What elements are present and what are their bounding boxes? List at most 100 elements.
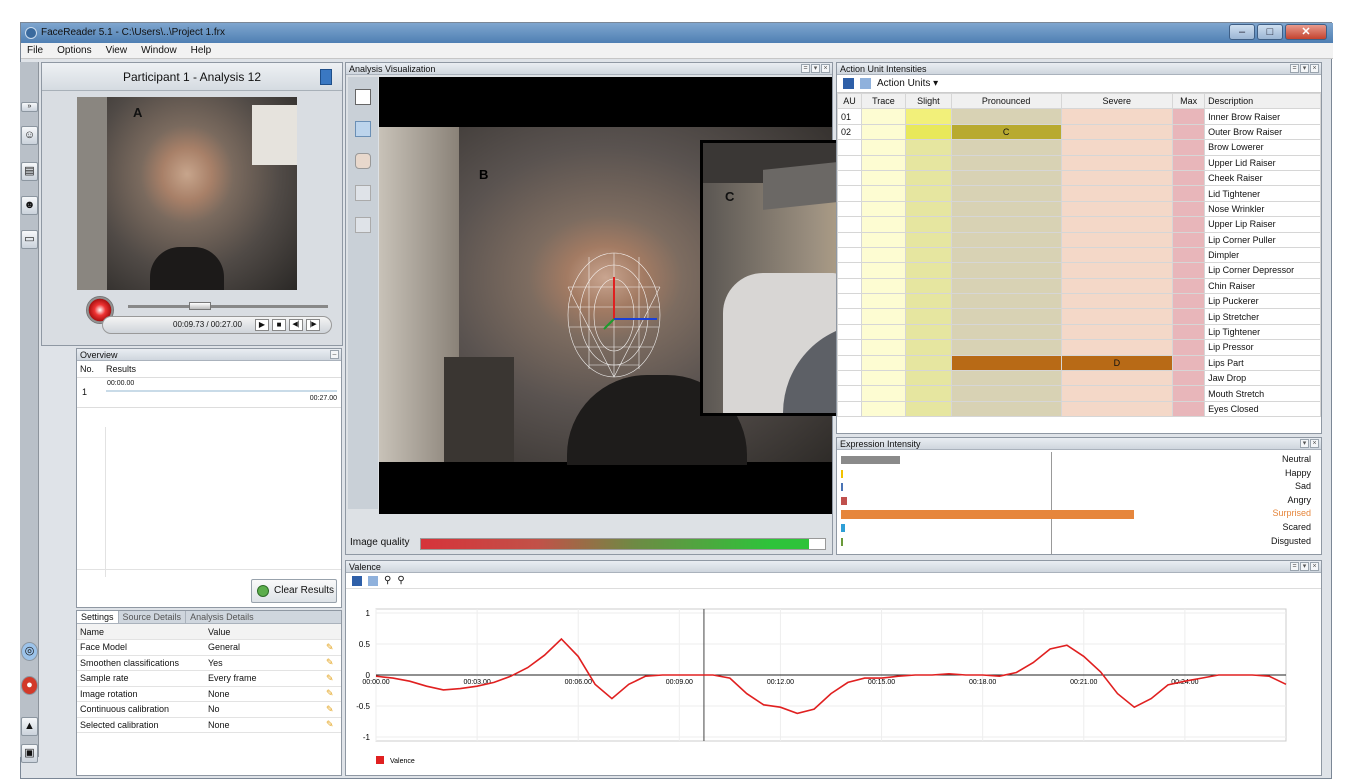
au-row[interactable]: Lip Corner Depressor xyxy=(837,262,1321,279)
close-icon[interactable]: × xyxy=(1310,562,1319,571)
analyze-icon[interactable]: ◎ xyxy=(21,642,38,661)
maximize-button[interactable]: □ xyxy=(1257,24,1283,40)
tab-settings[interactable]: Settings xyxy=(77,611,119,623)
menu-icon[interactable]: ▾ xyxy=(811,64,820,73)
close-icon[interactable]: × xyxy=(1310,64,1319,73)
mesh-icon[interactable] xyxy=(355,121,371,137)
edit-icon[interactable]: ✎ xyxy=(323,717,341,733)
expression-chart: Neutral Happy Sad Angry Surprised Scared Disgu… xyxy=(839,452,1321,554)
au-row[interactable]: D Lips Part xyxy=(837,354,1321,372)
tab-source-details[interactable]: Source Details xyxy=(119,611,187,623)
settings-row[interactable]: Continuous calibration No ✎ xyxy=(77,701,341,718)
au-row[interactable]: Lid Tightener xyxy=(837,185,1321,202)
film-icon[interactable]: ▤ xyxy=(21,162,38,181)
float-icon[interactable]: = xyxy=(1290,562,1299,571)
menu-icon[interactable]: ▾ xyxy=(1300,439,1309,448)
film-icon[interactable] xyxy=(320,69,332,85)
zoom-in-icon[interactable]: ⚲ xyxy=(384,575,391,586)
edit-icon[interactable]: ✎ xyxy=(323,670,341,687)
au-row[interactable]: 02 C Outer Brow Raiser xyxy=(837,123,1321,141)
au-row[interactable]: Upper Lid Raiser xyxy=(837,154,1321,171)
frame-icon[interactable] xyxy=(355,89,371,105)
au-row[interactable]: Upper Lip Raiser xyxy=(837,216,1321,233)
step-forward-icon[interactable]: |▶ xyxy=(306,319,320,331)
settings-row[interactable]: Sample rate Every frame ✎ xyxy=(77,670,341,687)
au-intensity-cell xyxy=(1060,154,1174,171)
setting-value[interactable]: Yes xyxy=(205,655,323,671)
menu-file[interactable]: File xyxy=(27,43,43,58)
au-row[interactable]: Lip Pressor xyxy=(837,339,1321,356)
au-row[interactable]: Mouth Stretch xyxy=(837,385,1321,402)
image-icon[interactable]: ▣ xyxy=(21,744,38,763)
clear-results-button[interactable]: Clear Results xyxy=(251,579,337,603)
zoom-out-icon[interactable]: ⚲ xyxy=(397,575,404,586)
au-intensity-cell xyxy=(1172,354,1206,372)
face-model-icon[interactable]: ☻ xyxy=(21,196,38,215)
minimize-button[interactable]: – xyxy=(1229,24,1255,40)
au-col-description: Description xyxy=(1204,92,1321,110)
menu-window[interactable]: Window xyxy=(141,43,177,58)
setting-value[interactable]: General xyxy=(205,639,323,656)
au-row[interactable]: Cheek Raiser xyxy=(837,169,1321,187)
close-button[interactable]: ✕ xyxy=(1285,24,1327,40)
setting-value[interactable]: None xyxy=(205,686,323,702)
close-icon[interactable]: × xyxy=(821,64,830,73)
play-icon[interactable]: ▶ xyxy=(255,319,269,331)
collapse-icon[interactable]: – xyxy=(330,350,339,359)
settings-row[interactable]: Selected calibration None ✎ xyxy=(77,717,341,733)
float-icon[interactable]: = xyxy=(1290,64,1299,73)
au-row[interactable]: Jaw Drop xyxy=(837,370,1321,387)
close-icon[interactable]: × xyxy=(1310,439,1319,448)
tab-analysis-details[interactable]: Analysis Details xyxy=(186,611,258,623)
edit-icon[interactable]: ✎ xyxy=(323,701,341,718)
copy-icon[interactable] xyxy=(860,78,871,89)
record-icon[interactable]: ● xyxy=(21,676,38,695)
float-icon[interactable]: = xyxy=(801,64,810,73)
au-row[interactable]: Lip Tightener xyxy=(837,323,1321,341)
edit-icon[interactable]: ✎ xyxy=(323,686,341,702)
settings-row[interactable]: Image rotation None ✎ xyxy=(77,686,341,702)
expression-bar-surprised xyxy=(841,510,1134,520)
up-arrow-icon[interactable]: ▲ xyxy=(21,717,38,736)
settings-row[interactable]: Face Model General ✎ xyxy=(77,639,341,656)
step-back-icon[interactable]: ◀| xyxy=(289,319,303,331)
menu-help[interactable]: Help xyxy=(191,43,212,58)
menu-view[interactable]: View xyxy=(106,43,128,58)
au-row[interactable]: Lip Stretcher xyxy=(837,308,1321,325)
result-timeline[interactable]: 00:00.00 00:27.00 xyxy=(103,377,341,408)
edit-icon[interactable]: ✎ xyxy=(323,655,341,671)
face-icon[interactable] xyxy=(355,153,371,169)
setting-value[interactable]: No xyxy=(205,701,323,718)
action-units-dropdown[interactable]: Action Units ▾ xyxy=(877,78,938,89)
table-row[interactable]: 1 00:00.00 00:27.00 xyxy=(77,377,341,408)
setting-value[interactable]: Every frame xyxy=(205,670,323,687)
setting-value[interactable]: None xyxy=(205,717,323,733)
participant-icon[interactable]: ☺ xyxy=(21,126,38,145)
grid-icon[interactable] xyxy=(355,217,371,233)
menu-icon[interactable]: ▾ xyxy=(1300,64,1309,73)
menu-options[interactable]: Options xyxy=(57,43,91,58)
expand-icon[interactable]: » xyxy=(21,102,38,112)
edit-icon[interactable]: ✎ xyxy=(323,639,341,656)
save-icon[interactable] xyxy=(352,575,362,586)
au-row[interactable]: Lip Corner Puller xyxy=(837,231,1321,248)
points-icon[interactable] xyxy=(355,185,371,201)
save-icon[interactable] xyxy=(843,78,854,89)
au-row[interactable]: 01 Inner Brow Raiser xyxy=(837,108,1321,125)
au-code xyxy=(837,339,862,356)
au-row[interactable]: Brow Lowerer xyxy=(837,139,1321,156)
au-code xyxy=(837,185,862,202)
au-row[interactable]: Nose Wrinkler xyxy=(837,200,1321,218)
seek-track[interactable] xyxy=(128,305,328,308)
settings-row[interactable]: Smoothen classifications Yes ✎ xyxy=(77,655,341,671)
copy-icon[interactable] xyxy=(368,575,378,586)
au-row[interactable]: Eyes Closed xyxy=(837,400,1321,418)
au-intensity-cell xyxy=(904,185,952,202)
au-row[interactable]: Lip Puckerer xyxy=(837,293,1321,310)
page-icon[interactable]: ▭ xyxy=(21,230,38,249)
seek-thumb[interactable] xyxy=(189,302,211,310)
au-row[interactable]: Chin Raiser xyxy=(837,277,1321,295)
au-row[interactable]: Dimpler xyxy=(837,246,1321,264)
stop-icon[interactable]: ■ xyxy=(272,319,286,331)
menu-icon[interactable]: ▾ xyxy=(1300,562,1309,571)
